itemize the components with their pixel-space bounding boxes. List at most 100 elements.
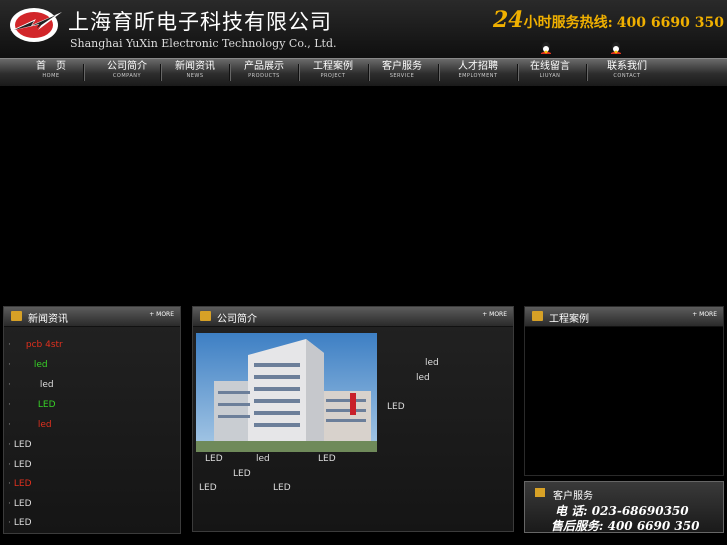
- qq-chat-icon[interactable]: [539, 41, 553, 55]
- news-item-title[interactable]: pcb 4str: [26, 340, 63, 350]
- news-item-title[interactable]: LED: [14, 518, 32, 528]
- nav-label: 人才招聘: [458, 61, 498, 72]
- nav-sublabel: CONTACT: [613, 73, 641, 79]
- nav-sublabel: COMPANY: [112, 73, 142, 79]
- bullet-icon: ·: [8, 518, 11, 528]
- nav-label: 工程案例: [313, 61, 353, 72]
- news-item-title[interactable]: LED: [14, 479, 32, 489]
- bullet-icon: ·: [8, 460, 11, 470]
- main-nav: 首 页 HOME 公司简介 COMPANY 新闻资讯 NEWS 产品展示 PRODUCT…: [0, 58, 727, 87]
- news-item-title[interactable]: LED: [14, 440, 32, 450]
- section-icon: [200, 311, 211, 321]
- about-text: led: [425, 358, 439, 368]
- about-panel-header: 公司简介 + MORE: [193, 307, 513, 327]
- bullet-icon: ·: [8, 479, 11, 489]
- section-icon: [535, 488, 545, 497]
- section-icon: [11, 311, 22, 321]
- bullet-icon: ·: [8, 340, 11, 350]
- company-logo[interactable]: [8, 6, 64, 44]
- nav-divider: [517, 64, 519, 81]
- nav-sublabel: SERVICE: [389, 73, 415, 79]
- hotline: 24小时服务热线: 400 6690 350: [493, 7, 724, 33]
- nav-service[interactable]: 客户服务 SERVICE: [373, 61, 431, 80]
- nav-sublabel: LIUYAN: [539, 73, 561, 79]
- nav-news[interactable]: 新闻资讯 NEWS: [166, 61, 224, 80]
- qq-chat-icon[interactable]: [609, 41, 623, 55]
- news-item[interactable]: · pcb 4str: [8, 340, 63, 350]
- nav-divider: [368, 64, 370, 81]
- project-panel-header: 工程案例 + MORE: [525, 307, 723, 327]
- nav-label: 在线留言: [530, 61, 570, 72]
- nav-divider: [83, 64, 85, 81]
- about-more-link[interactable]: + MORE: [482, 311, 507, 318]
- nav-project[interactable]: 工程案例 PROJECT: [304, 61, 362, 80]
- project-more-link[interactable]: + MORE: [692, 311, 717, 318]
- about-text: LED: [205, 454, 223, 464]
- about-text: LED: [273, 483, 291, 493]
- nav-sublabel: HOME: [42, 73, 60, 79]
- nav-home[interactable]: 首 页 HOME: [27, 61, 75, 80]
- news-item[interactable]: · LED: [8, 400, 56, 410]
- nav-label: 客户服务: [382, 61, 422, 72]
- project-panel: 工程案例 + MORE: [524, 306, 724, 476]
- nav-label: 新闻资讯: [175, 61, 215, 72]
- nav-label: 产品展示: [244, 61, 284, 72]
- about-text: led: [256, 454, 270, 464]
- news-item[interactable]: · LED: [8, 518, 32, 528]
- news-item-title[interactable]: led: [38, 420, 52, 430]
- news-item-title[interactable]: LED: [14, 460, 32, 470]
- news-item[interactable]: · LED: [8, 499, 32, 509]
- project-title: 工程案例: [549, 314, 589, 325]
- service-after-sales: 售后服务: 400 6690 350: [551, 519, 700, 533]
- bullet-icon: ·: [8, 420, 11, 430]
- site-header: 上海育昕电子科技有限公司 Shanghai YuXin Electronic T…: [0, 0, 727, 58]
- nav-employment[interactable]: 人才招聘 EMPLOYMENT: [444, 61, 512, 80]
- company-name-en: Shanghai YuXin Electronic Technology Co.…: [70, 37, 337, 50]
- about-text: LED: [199, 483, 217, 493]
- news-item[interactable]: · led: [8, 420, 52, 430]
- news-panel-header: 新闻资讯 + MORE: [4, 307, 180, 327]
- hotline-phone: 400 6690 350: [616, 15, 724, 31]
- news-item[interactable]: · LED: [8, 460, 32, 470]
- nav-label: 公司简介: [107, 61, 147, 72]
- nav-liuyan[interactable]: 在线留言 LIUYAN: [521, 61, 579, 80]
- news-item-title[interactable]: led: [40, 380, 54, 390]
- nav-sublabel: NEWS: [186, 73, 204, 79]
- bullet-icon: ·: [8, 380, 11, 390]
- service-title: 客户服务: [553, 491, 593, 502]
- about-text: LED: [318, 454, 336, 464]
- section-icon: [532, 311, 543, 321]
- about-text: LED: [387, 402, 405, 412]
- news-item-title[interactable]: LED: [14, 499, 32, 509]
- nav-divider: [298, 64, 300, 81]
- bullet-icon: ·: [8, 499, 11, 509]
- news-item-title[interactable]: LED: [38, 400, 56, 410]
- company-name-cn: 上海育昕电子科技有限公司: [68, 10, 332, 34]
- news-title: 新闻资讯: [28, 314, 68, 325]
- nav-label: 首 页: [36, 61, 66, 72]
- nav-label: 联系我们: [607, 61, 647, 72]
- nav-sublabel: PRODUCTS: [248, 73, 280, 79]
- nav-divider: [160, 64, 162, 81]
- hotline-label: 小时服务热线:: [523, 15, 613, 31]
- news-item[interactable]: · LED: [8, 440, 32, 450]
- hotline-24: 24: [493, 7, 524, 33]
- news-item[interactable]: · led: [8, 360, 48, 370]
- news-more-link[interactable]: + MORE: [149, 311, 174, 318]
- news-item-title[interactable]: led: [34, 360, 48, 370]
- news-item[interactable]: · LED: [8, 479, 32, 489]
- about-title: 公司简介: [217, 314, 257, 325]
- nav-products[interactable]: 产品展示 PRODUCTS: [235, 61, 293, 80]
- nav-contact[interactable]: 联系我们 CONTACT: [598, 61, 656, 80]
- bullet-icon: ·: [8, 400, 11, 410]
- about-text: LED: [233, 469, 251, 479]
- nav-divider: [229, 64, 231, 81]
- bullet-icon: ·: [8, 360, 11, 370]
- nav-sublabel: PROJECT: [320, 73, 346, 79]
- nav-company[interactable]: 公司简介 COMPANY: [98, 61, 156, 80]
- nav-divider: [438, 64, 440, 81]
- nav-sublabel: EMPLOYMENT: [458, 73, 498, 79]
- company-building-photo: [196, 333, 377, 452]
- bullet-icon: ·: [8, 440, 11, 450]
- news-item[interactable]: · led: [8, 380, 54, 390]
